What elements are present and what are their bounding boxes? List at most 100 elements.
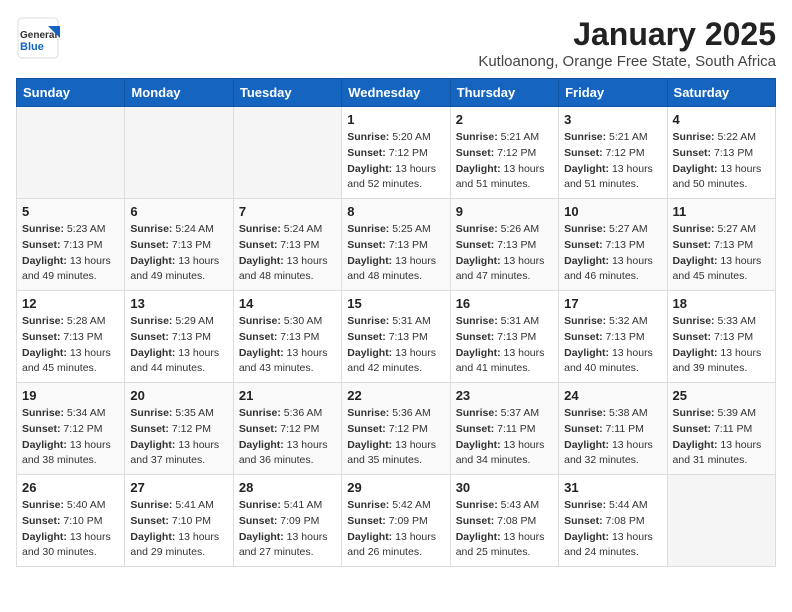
day-info: Sunrise: 5:36 AMSunset: 7:12 PMDaylight:… — [347, 406, 444, 469]
calendar-day-cell — [667, 475, 775, 567]
calendar-week-row: 19 Sunrise: 5:34 AMSunset: 7:12 PMDayligh… — [17, 383, 776, 475]
calendar-day-cell: 23 Sunrise: 5:37 AMSunset: 7:11 PMDayligh… — [450, 383, 558, 475]
day-info: Sunrise: 5:41 AMSunset: 7:09 PMDaylight:… — [239, 498, 336, 561]
day-info: Sunrise: 5:24 AMSunset: 7:13 PMDaylight:… — [239, 222, 336, 285]
location-subtitle: Kutloanong, Orange Free State, South Afr… — [478, 53, 776, 70]
day-number: 25 — [673, 388, 770, 403]
day-number: 1 — [347, 112, 444, 127]
day-number: 21 — [239, 388, 336, 403]
page-header: General Blue January 2025 Kutloanong, Or… — [16, 16, 776, 70]
day-number: 16 — [456, 296, 553, 311]
day-number: 31 — [564, 480, 661, 495]
day-number: 30 — [456, 480, 553, 495]
day-number: 10 — [564, 204, 661, 219]
calendar-day-cell: 18Sunrise: 5:33 AMSunset: 7:13 PMDayligh… — [667, 291, 775, 383]
calendar-day-cell: 13Sunrise: 5:29 AMSunset: 7:13 PMDayligh… — [125, 291, 233, 383]
day-info: Sunrise: 5:27 AMSunset: 7:13 PMDaylight:… — [673, 222, 770, 285]
calendar-week-row: 12Sunrise: 5:28 AMSunset: 7:13 PMDayligh… — [17, 291, 776, 383]
day-number: 15 — [347, 296, 444, 311]
day-info: Sunrise: 5:31 AMSunset: 7:13 PMDaylight:… — [456, 314, 553, 377]
day-number: 7 — [239, 204, 336, 219]
day-number: 20 — [130, 388, 227, 403]
weekday-header-row: SundayMondayTuesdayWednesdayThursdayFrid… — [17, 79, 776, 107]
calendar-day-cell: 30 Sunrise: 5:43 AMSunset: 7:08 PMDayligh… — [450, 475, 558, 567]
svg-text:Blue: Blue — [20, 41, 44, 53]
day-number: 19 — [22, 388, 119, 403]
day-number: 28 — [239, 480, 336, 495]
calendar-day-cell — [17, 107, 125, 199]
weekday-header-cell: Tuesday — [233, 79, 341, 107]
day-info: Sunrise: 5:28 AMSunset: 7:13 PMDaylight:… — [22, 314, 119, 377]
calendar-day-cell: 28 Sunrise: 5:41 AMSunset: 7:09 PMDayligh… — [233, 475, 341, 567]
day-number: 2 — [456, 112, 553, 127]
day-info: Sunrise: 5:38 AMSunset: 7:11 PMDaylight:… — [564, 406, 661, 469]
calendar-day-cell: 6 Sunrise: 5:24 AMSunset: 7:13 PMDaylight… — [125, 199, 233, 291]
day-info: Sunrise: 5:27 AMSunset: 7:13 PMDaylight:… — [564, 222, 661, 285]
weekday-header-cell: Thursday — [450, 79, 558, 107]
calendar-day-cell: 5 Sunrise: 5:23 AMSunset: 7:13 PMDaylight… — [17, 199, 125, 291]
day-info: Sunrise: 5:21 AMSunset: 7:12 PMDaylight:… — [456, 130, 553, 193]
day-number: 26 — [22, 480, 119, 495]
day-number: 14 — [239, 296, 336, 311]
day-info: Sunrise: 5:22 AMSunset: 7:13 PMDaylight:… — [673, 130, 770, 193]
day-number: 3 — [564, 112, 661, 127]
day-info: Sunrise: 5:26 AMSunset: 7:13 PMDaylight:… — [456, 222, 553, 285]
day-number: 8 — [347, 204, 444, 219]
calendar-day-cell: 1 Sunrise: 5:20 AMSunset: 7:12 PMDaylight… — [342, 107, 450, 199]
day-info: Sunrise: 5:43 AMSunset: 7:08 PMDaylight:… — [456, 498, 553, 561]
day-info: Sunrise: 5:31 AMSunset: 7:13 PMDaylight:… — [347, 314, 444, 377]
day-number: 23 — [456, 388, 553, 403]
day-info: Sunrise: 5:24 AMSunset: 7:13 PMDaylight:… — [130, 222, 227, 285]
day-number: 11 — [673, 204, 770, 219]
calendar-day-cell: 12Sunrise: 5:28 AMSunset: 7:13 PMDayligh… — [17, 291, 125, 383]
weekday-header-cell: Monday — [125, 79, 233, 107]
day-info: Sunrise: 5:34 AMSunset: 7:12 PMDaylight:… — [22, 406, 119, 469]
calendar-day-cell: 14 Sunrise: 5:30 AMSunset: 7:13 PMDayligh… — [233, 291, 341, 383]
calendar-day-cell: 2 Sunrise: 5:21 AMSunset: 7:12 PMDaylight… — [450, 107, 558, 199]
calendar-day-cell: 16 Sunrise: 5:31 AMSunset: 7:13 PMDayligh… — [450, 291, 558, 383]
day-number: 9 — [456, 204, 553, 219]
calendar-day-cell: 29Sunrise: 5:42 AMSunset: 7:09 PMDayligh… — [342, 475, 450, 567]
calendar-day-cell: 21 Sunrise: 5:36 AMSunset: 7:12 PMDayligh… — [233, 383, 341, 475]
day-info: Sunrise: 5:23 AMSunset: 7:13 PMDaylight:… — [22, 222, 119, 285]
calendar-day-cell: 10 Sunrise: 5:27 AMSunset: 7:13 PMDayligh… — [559, 199, 667, 291]
day-info: Sunrise: 5:36 AMSunset: 7:12 PMDaylight:… — [239, 406, 336, 469]
calendar-table: SundayMondayTuesdayWednesdayThursdayFrid… — [16, 78, 776, 567]
weekday-header-cell: Wednesday — [342, 79, 450, 107]
calendar-week-row: 1 Sunrise: 5:20 AMSunset: 7:12 PMDaylight… — [17, 107, 776, 199]
calendar-day-cell: 15 Sunrise: 5:31 AMSunset: 7:13 PMDayligh… — [342, 291, 450, 383]
day-info: Sunrise: 5:20 AMSunset: 7:12 PMDaylight:… — [347, 130, 444, 193]
day-info: Sunrise: 5:33 AMSunset: 7:13 PMDaylight:… — [673, 314, 770, 377]
day-number: 4 — [673, 112, 770, 127]
calendar-day-cell: 27Sunrise: 5:41 AMSunset: 7:10 PMDayligh… — [125, 475, 233, 567]
day-number: 24 — [564, 388, 661, 403]
day-info: Sunrise: 5:30 AMSunset: 7:13 PMDaylight:… — [239, 314, 336, 377]
day-info: Sunrise: 5:25 AMSunset: 7:13 PMDaylight:… — [347, 222, 444, 285]
day-number: 22 — [347, 388, 444, 403]
calendar-week-row: 5 Sunrise: 5:23 AMSunset: 7:13 PMDaylight… — [17, 199, 776, 291]
day-info: Sunrise: 5:29 AMSunset: 7:13 PMDaylight:… — [130, 314, 227, 377]
day-info: Sunrise: 5:44 AMSunset: 7:08 PMDaylight:… — [564, 498, 661, 561]
calendar-day-cell: 31 Sunrise: 5:44 AMSunset: 7:08 PMDayligh… — [559, 475, 667, 567]
weekday-header-cell: Friday — [559, 79, 667, 107]
day-info: Sunrise: 5:21 AMSunset: 7:12 PMDaylight:… — [564, 130, 661, 193]
calendar-day-cell: 20Sunrise: 5:35 AMSunset: 7:12 PMDayligh… — [125, 383, 233, 475]
day-info: Sunrise: 5:41 AMSunset: 7:10 PMDaylight:… — [130, 498, 227, 561]
day-info: Sunrise: 5:39 AMSunset: 7:11 PMDaylight:… — [673, 406, 770, 469]
day-number: 5 — [22, 204, 119, 219]
calendar-week-row: 26 Sunrise: 5:40 AMSunset: 7:10 PMDayligh… — [17, 475, 776, 567]
calendar-body: 1 Sunrise: 5:20 AMSunset: 7:12 PMDaylight… — [17, 107, 776, 567]
calendar-day-cell: 7 Sunrise: 5:24 AMSunset: 7:13 PMDaylight… — [233, 199, 341, 291]
calendar-day-cell: 22 Sunrise: 5:36 AMSunset: 7:12 PMDayligh… — [342, 383, 450, 475]
calendar-day-cell: 11 Sunrise: 5:27 AMSunset: 7:13 PMDayligh… — [667, 199, 775, 291]
svg-text:General: General — [20, 30, 57, 41]
calendar-day-cell: 3 Sunrise: 5:21 AMSunset: 7:12 PMDaylight… — [559, 107, 667, 199]
calendar-day-cell: 25 Sunrise: 5:39 AMSunset: 7:11 PMDayligh… — [667, 383, 775, 475]
day-info: Sunrise: 5:37 AMSunset: 7:11 PMDaylight:… — [456, 406, 553, 469]
calendar-day-cell: 8 Sunrise: 5:25 AMSunset: 7:13 PMDaylight… — [342, 199, 450, 291]
calendar-day-cell: 4 Sunrise: 5:22 AMSunset: 7:13 PMDaylight… — [667, 107, 775, 199]
day-number: 6 — [130, 204, 227, 219]
day-number: 17 — [564, 296, 661, 311]
day-info: Sunrise: 5:40 AMSunset: 7:10 PMDaylight:… — [22, 498, 119, 561]
logo: General Blue — [16, 16, 60, 60]
